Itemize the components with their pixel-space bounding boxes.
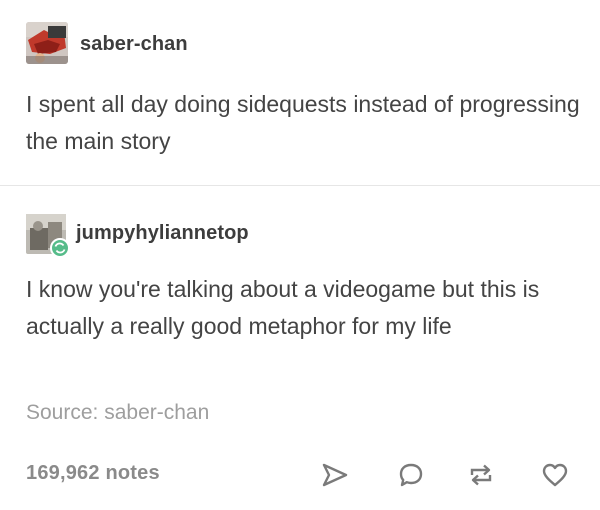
notes-count[interactable]: 169,962 notes (26, 462, 160, 485)
reblog-body-text: I know you're talking about a videogame … (26, 276, 540, 339)
share-icon (322, 463, 348, 487)
reblog-icon (470, 464, 492, 486)
reblog-username[interactable]: jumpyhyliannetop (76, 222, 249, 245)
like-button[interactable] (538, 458, 572, 492)
heart-icon (542, 463, 568, 487)
original-post: saber-chan I spent all day doing sideque… (0, 0, 600, 185)
tumblr-post-card: saber-chan I spent all day doing sideque… (0, 0, 600, 510)
post-body-text: I spent all day doing sidequests instead… (26, 91, 580, 154)
source-link[interactable]: Source: saber-chan (26, 401, 209, 425)
reblog-button[interactable] (464, 458, 498, 492)
post-username[interactable]: saber-chan (80, 33, 188, 56)
share-button[interactable] (318, 458, 352, 492)
avatar[interactable] (26, 22, 68, 64)
avatar[interactable] (26, 214, 70, 258)
reply-icon (399, 463, 423, 487)
avatar-image-icon (26, 22, 68, 64)
avatar-image-icon (26, 214, 70, 258)
post-footer: 169,962 notes (0, 450, 600, 500)
reply-button[interactable] (394, 458, 428, 492)
